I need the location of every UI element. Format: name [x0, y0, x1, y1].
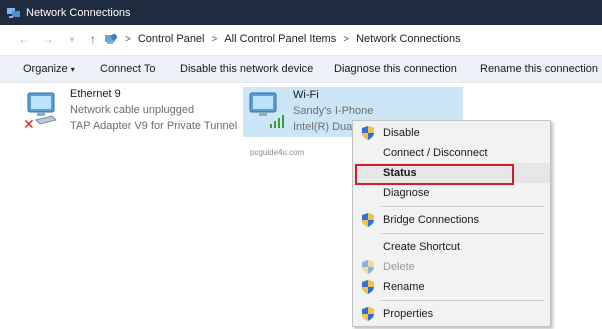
watermark: pcguide4u.com	[250, 148, 305, 157]
menu-item-label: Connect / Disconnect	[383, 147, 488, 159]
adapter-device: TAP Adapter V9 for Private Tunnel	[70, 120, 238, 132]
network-connections-icon	[7, 7, 21, 19]
breadcrumb-all-items[interactable]: All Control Panel Items	[224, 33, 336, 45]
rename-connection-button[interactable]: Rename this connection	[480, 63, 598, 75]
shield-icon	[362, 307, 374, 321]
window-title: Network Connections	[26, 6, 131, 19]
recent-chevron-icon[interactable]: ▾	[66, 35, 78, 44]
context-menu: Disable Connect / Disconnect Status Diag…	[352, 120, 551, 327]
up-arrow-icon[interactable]: ↑	[90, 32, 96, 46]
menu-item-bridge-connections[interactable]: Bridge Connections	[353, 210, 550, 230]
signal-bars-icon	[269, 114, 285, 131]
command-bar: Organize ▾ Connect To Disable this netwo…	[0, 55, 602, 83]
address-bar: ← → ▾ ↑ > Control Panel > All Control Pa…	[0, 25, 602, 53]
title-bar: Network Connections	[0, 0, 602, 25]
menu-separator	[381, 233, 544, 234]
forward-arrow-icon[interactable]: →	[42, 32, 54, 46]
adapter-device: Intel(R) Dual	[293, 121, 355, 133]
shield-icon	[362, 260, 374, 274]
menu-item-disable[interactable]: Disable	[353, 123, 550, 143]
menu-item-label: Delete	[383, 261, 415, 273]
menu-item-label: Create Shortcut	[383, 241, 461, 253]
menu-item-label: Status	[383, 167, 417, 179]
menu-item-label: Diagnose	[383, 187, 430, 199]
menu-item-status[interactable]: Status	[353, 163, 550, 183]
menu-item-label: Rename	[383, 281, 425, 293]
shield-icon	[362, 213, 374, 227]
menu-item-rename[interactable]: Rename	[353, 277, 550, 297]
menu-separator	[381, 300, 544, 301]
diagnose-connection-button[interactable]: Diagnose this connection	[334, 63, 457, 75]
breadcrumb-network-connections[interactable]: Network Connections	[356, 33, 461, 45]
chevron-down-icon: ▾	[70, 65, 75, 74]
disconnected-x-icon: ✕	[23, 116, 35, 132]
menu-item-label: Properties	[383, 308, 434, 320]
shield-icon	[362, 280, 374, 294]
menu-item-create-shortcut[interactable]: Create Shortcut	[353, 237, 550, 257]
menu-item-properties[interactable]: Properties	[353, 304, 550, 324]
organize-label: Organize	[23, 63, 68, 75]
menu-item-connect-disconnect[interactable]: Connect / Disconnect	[353, 143, 550, 163]
menu-item-delete[interactable]: Delete	[353, 257, 550, 277]
breadcrumb-control-panel[interactable]: Control Panel	[138, 33, 205, 45]
connect-to-button[interactable]: Connect To	[100, 63, 155, 75]
disable-device-button[interactable]: Disable this network device	[180, 63, 313, 75]
shield-icon	[362, 126, 374, 140]
control-panel-icon	[104, 33, 118, 45]
breadcrumb-separator-icon: >	[343, 33, 350, 45]
adapter-name: Ethernet 9	[70, 88, 121, 100]
menu-item-label: Disable	[383, 127, 420, 139]
breadcrumb-separator-icon: >	[125, 33, 131, 45]
adapter-name: Wi-Fi	[293, 89, 319, 101]
adapter-status: Sandy's I-Phone	[293, 105, 374, 117]
organize-button[interactable]: Organize ▾	[23, 63, 75, 75]
adapter-ethernet-9[interactable]: ✕ Ethernet 9 Network cable unplugged TAP…	[20, 88, 240, 136]
menu-item-diagnose[interactable]: Diagnose	[353, 183, 550, 203]
breadcrumb-separator-icon: >	[211, 33, 218, 45]
back-arrow-icon[interactable]: ←	[18, 32, 30, 46]
adapter-status: Network cable unplugged	[70, 104, 195, 116]
menu-item-label: Bridge Connections	[383, 214, 480, 226]
menu-separator	[381, 206, 544, 207]
